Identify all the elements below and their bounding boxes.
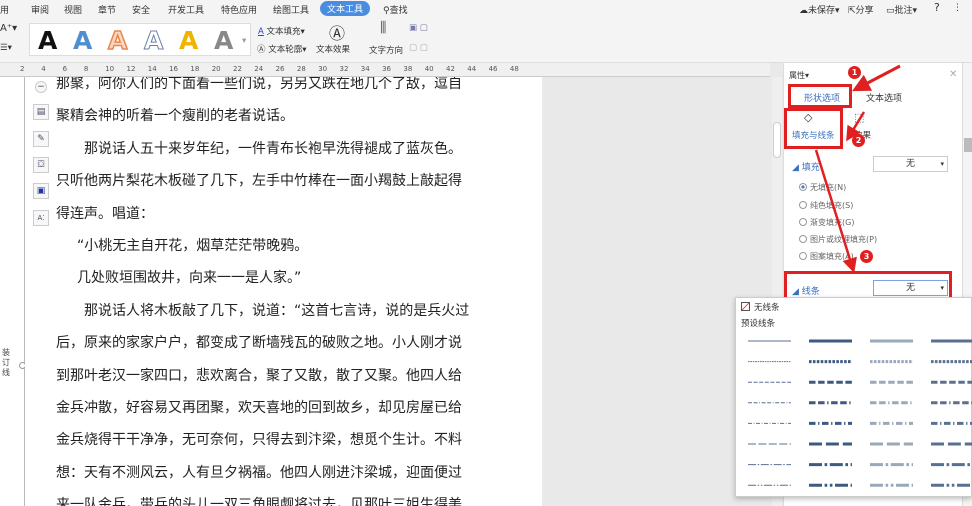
no-line-icon <box>741 302 750 311</box>
no-line-option[interactable]: 无线条 <box>741 301 780 313</box>
arrow-2 <box>846 111 866 142</box>
arrow-1 <box>852 64 901 92</box>
line-style-dropdown: 无线条 预设线条 <box>735 297 972 497</box>
arrow-3 <box>814 149 857 274</box>
